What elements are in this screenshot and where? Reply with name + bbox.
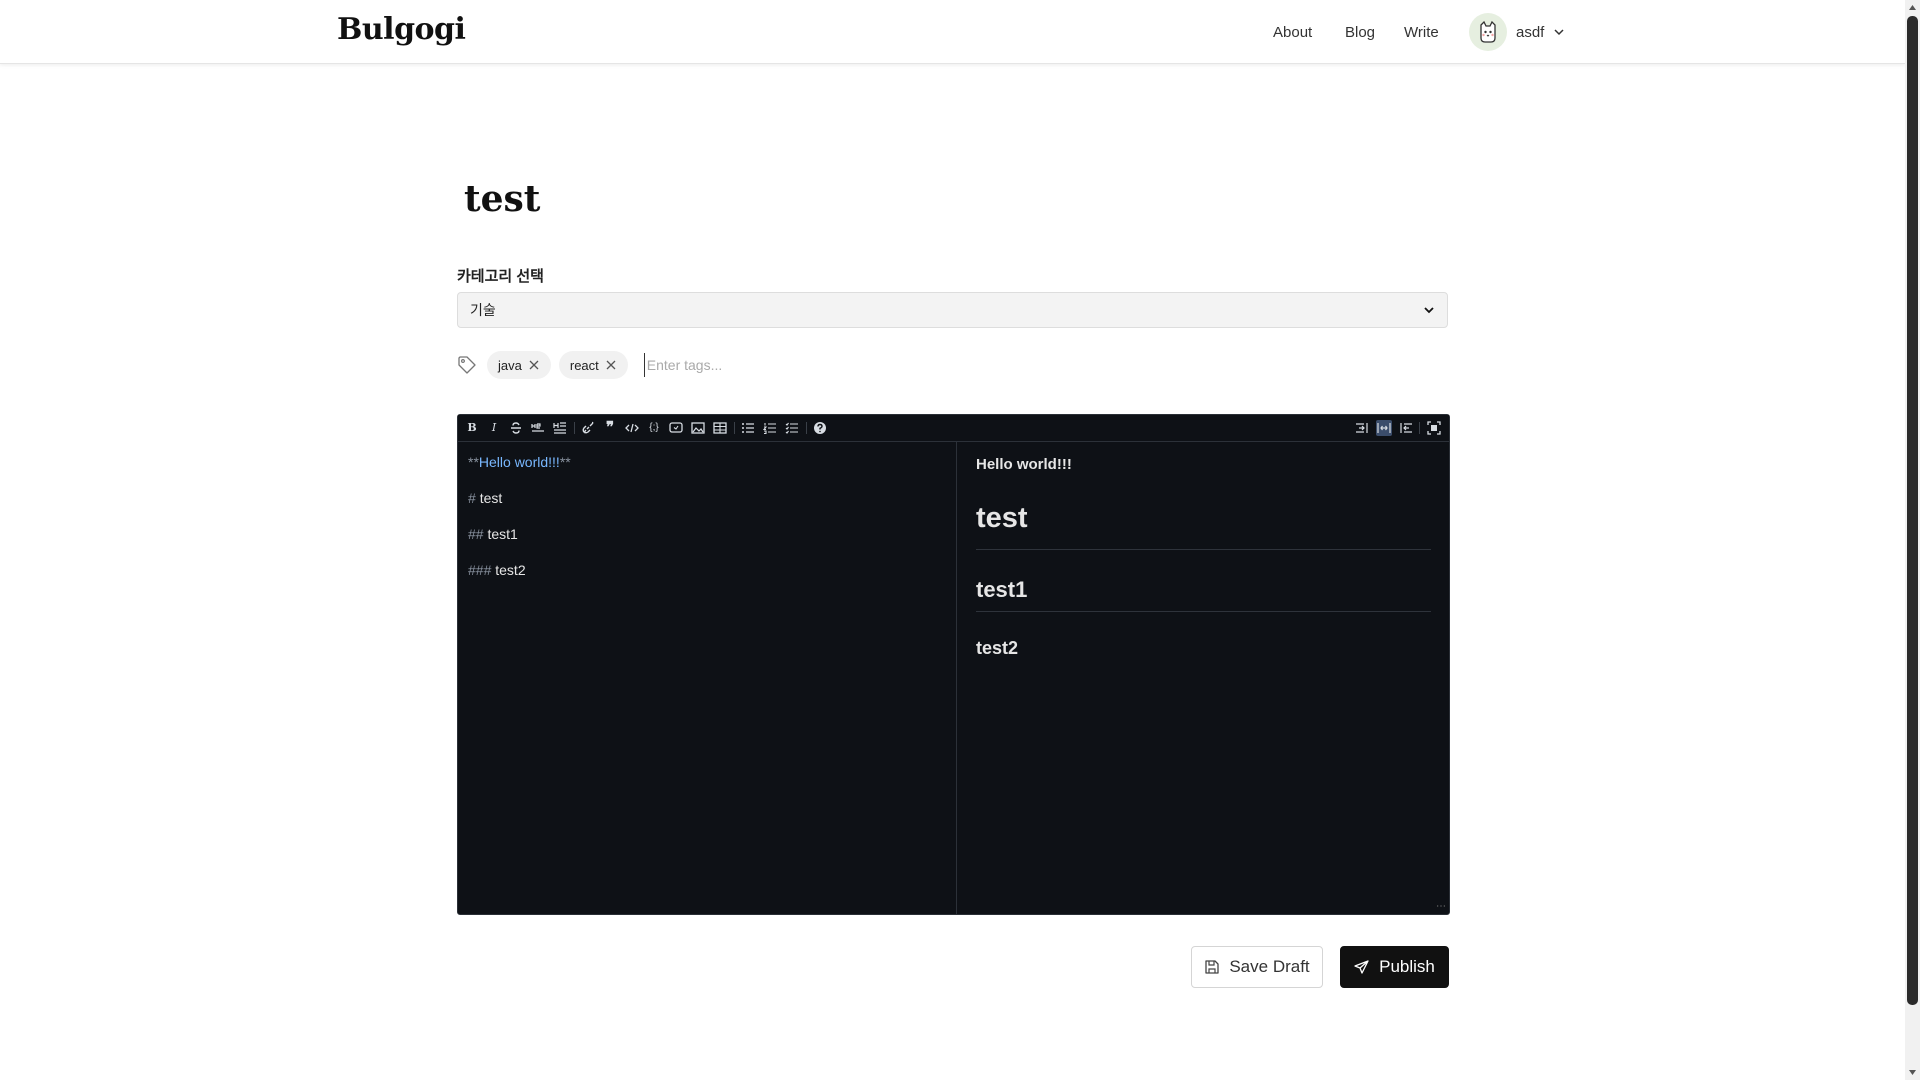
source-line: **Hello world!!!** [468,454,571,470]
tag-chip-label: react [569,357,599,373]
unordered-list-icon[interactable] [740,420,756,436]
md-text: Hello world!!! [478,454,560,470]
help-icon[interactable] [812,420,828,436]
toolbar-divider [734,422,735,434]
italic-icon[interactable]: I [486,420,502,436]
tag-chip: java [487,351,551,379]
bold-icon[interactable]: B [464,420,480,436]
toolbar-divider [574,422,575,434]
toolbar-divider [806,422,807,434]
avatar[interactable] [1469,13,1507,51]
send-icon [1354,960,1369,974]
title-icon[interactable] [552,420,568,436]
strikethrough-icon[interactable] [508,420,524,436]
source-line: ### test2 [468,562,526,578]
publish-button[interactable]: Publish [1340,946,1449,988]
tag-input-area: java react [457,350,849,380]
preview-heading-1: test [976,502,1028,534]
tag-chip: react [558,351,628,379]
ordered-list-icon[interactable] [762,420,778,436]
edit-mode-icon[interactable] [1354,420,1370,436]
markdown-preview-pane: Hello world!!! test test1 test2 [956,442,1450,914]
cat-avatar-icon [1480,20,1496,43]
live-mode-icon[interactable] [1376,420,1392,436]
save-draft-button[interactable]: Save Draft [1191,946,1323,988]
preview-paragraph: Hello world!!! [976,456,1072,473]
user-name[interactable]: asdf [1516,24,1544,41]
hr-icon[interactable] [530,420,546,436]
category-selected-value: 기술 [470,302,496,318]
editor-toolbar: B I ❞ {;} [458,415,1449,442]
preview-heading-2: test1 [976,577,1028,602]
markdown-editor: B I ❞ {;} **Hello world!!!** # test ## t… [457,414,1450,915]
fullscreen-icon[interactable] [1426,420,1442,436]
preview-heading-3: test2 [976,638,1019,658]
image-icon[interactable] [690,420,706,436]
save-icon [1205,960,1219,974]
chevron-down-icon[interactable] [1554,27,1564,37]
chevron-down-icon [1424,307,1434,314]
toolbar-divider [1419,422,1420,434]
nav-write[interactable]: Write [1404,24,1439,41]
save-draft-label: Save Draft [1229,957,1310,976]
close-icon[interactable] [606,360,616,370]
md-markup: ** [468,454,479,470]
md-text: test1 [487,526,518,542]
source-line: ## test1 [468,526,518,542]
link-icon[interactable] [580,420,596,436]
checked-list-icon[interactable] [784,420,800,436]
top-navbar: Bulgogi About Blog Write asdf [0,0,1905,64]
category-select[interactable]: 기술 [457,292,1448,328]
brand-logo[interactable]: Bulgogi [337,12,466,47]
nav-about[interactable]: About [1273,24,1312,41]
tag-chip-label: java [498,357,522,373]
md-markup: ** [559,454,571,470]
resize-handle[interactable]: ⋯ [1436,901,1446,912]
scroll-down-arrow-icon[interactable] [1908,1068,1917,1077]
tag-input[interactable] [643,353,849,377]
md-text: test [479,490,503,506]
vertical-scrollbar[interactable] [1905,0,1920,1080]
category-label: 카테고리 선택 [457,268,544,285]
codeblock-icon[interactable]: {;} [646,420,662,436]
tag-icon [458,356,476,374]
md-text: test2 [495,562,526,578]
table-icon[interactable] [712,420,728,436]
md-markup: ### [468,562,496,578]
heading-divider [976,549,1431,550]
code-icon[interactable] [624,420,640,436]
publish-label: Publish [1379,957,1435,976]
post-title-input[interactable]: test [464,178,540,220]
source-line: # test [468,490,502,506]
scroll-up-arrow-icon[interactable] [1908,3,1917,12]
user-menu[interactable]: asdf [1469,13,1564,51]
quote-icon[interactable]: ❞ [602,420,618,436]
md-markup: # [468,490,480,506]
close-icon[interactable] [529,360,539,370]
nav-blog[interactable]: Blog [1345,24,1375,41]
heading-divider [976,611,1431,612]
md-markup: ## [468,526,488,542]
preview-mode-icon[interactable] [1398,420,1414,436]
scrollbar-thumb[interactable] [1907,16,1918,1005]
comment-icon[interactable] [668,420,684,436]
markdown-source-pane[interactable]: **Hello world!!!** # test ## test1 ### t… [458,442,955,914]
